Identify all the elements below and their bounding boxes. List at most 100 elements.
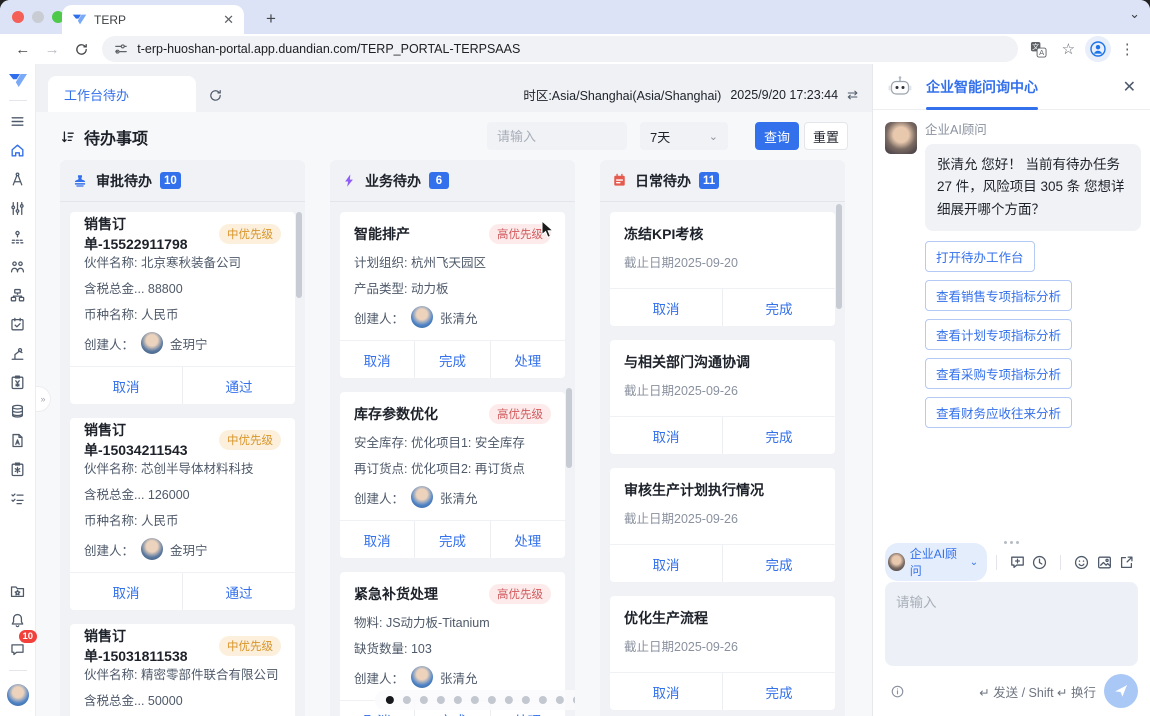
pagination-dot[interactable]: [402, 696, 410, 704]
cancel-button[interactable]: 取消: [610, 289, 722, 326]
reset-button[interactable]: 重置: [804, 122, 848, 150]
info-icon[interactable]: [885, 679, 909, 703]
sidebar-item-dispatch[interactable]: [5, 224, 31, 250]
cancel-button[interactable]: 取消: [610, 673, 722, 710]
sidebar-item-home[interactable]: [5, 137, 31, 163]
refresh-icon[interactable]: [208, 88, 223, 103]
browser-menu-icon[interactable]: ⋮: [1115, 36, 1140, 62]
complete-button[interactable]: 完成: [722, 289, 835, 326]
window-close-button[interactable]: [12, 11, 24, 23]
cancel-button[interactable]: 取消: [340, 341, 414, 378]
sidebar-item-org-chart[interactable]: [5, 282, 31, 308]
range-select[interactable]: 7天 ⌄: [640, 122, 728, 150]
window-minimize-button[interactable]: [32, 11, 44, 23]
pagination-dot[interactable]: [436, 696, 444, 704]
pagination-dots[interactable]: [374, 690, 575, 710]
site-info-icon[interactable]: [114, 42, 128, 56]
profile-button[interactable]: [1085, 36, 1110, 62]
cancel-button[interactable]: 取消: [610, 417, 722, 454]
sidebar-item-favorites-folder[interactable]: [5, 578, 31, 604]
forward-button[interactable]: →: [39, 36, 64, 62]
sidebar-item-robot-arm[interactable]: [5, 340, 31, 366]
back-button[interactable]: ←: [10, 36, 35, 62]
pagination-dot[interactable]: [521, 696, 529, 704]
browser-tab[interactable]: TERP ✕: [62, 5, 244, 34]
todo-card[interactable]: 销售订单-15034211543 中优先级 伙伴名称: 芯创半导体材料科技 含税…: [70, 418, 295, 610]
close-tab-icon[interactable]: ✕: [223, 13, 234, 26]
sidebar-item-clipboard-yen[interactable]: [5, 369, 31, 395]
view-planning-metrics-button[interactable]: 查看计划专项指标分析: [925, 319, 1072, 350]
approve-button[interactable]: 通过: [182, 573, 295, 610]
expand-icon[interactable]: [1115, 550, 1138, 574]
tab-search-chevron-icon[interactable]: ⌄: [1129, 6, 1140, 22]
sidebar-item-calendar[interactable]: [5, 311, 31, 337]
history-icon[interactable]: [1029, 550, 1052, 574]
pagination-dot[interactable]: [538, 696, 546, 704]
new-tab-button[interactable]: +: [258, 6, 284, 32]
sidebar-expand-handle[interactable]: »: [36, 386, 51, 412]
translate-icon[interactable]: 文A: [1026, 36, 1051, 62]
sidebar-item-coins[interactable]: [5, 398, 31, 424]
new-chat-icon[interactable]: [1006, 550, 1029, 574]
tab-workbench-todo[interactable]: 工作台待办: [48, 76, 196, 112]
todo-card[interactable]: 智能排产 高优先级 计划组织: 杭州飞天园区 产品类型: 动力板 创建人：张清允…: [340, 212, 565, 378]
chat-input[interactable]: [885, 582, 1138, 666]
pagination-dot[interactable]: [487, 696, 495, 704]
pagination-dot[interactable]: [453, 696, 461, 704]
emoji-icon[interactable]: [1070, 550, 1093, 574]
close-icon[interactable]: ✕: [1123, 77, 1136, 97]
todo-card[interactable]: 销售订单-15522911798 中优先级 伙伴名称: 北京寒秋装备公司 含税总…: [70, 212, 295, 404]
todo-card[interactable]: 与相关部门沟通协调 截止日期2025-09-26 取消 完成: [610, 340, 835, 454]
reload-button[interactable]: [69, 36, 94, 62]
complete-button[interactable]: 完成: [722, 545, 835, 582]
complete-button[interactable]: 完成: [414, 341, 489, 378]
cancel-button[interactable]: 取消: [70, 573, 182, 610]
scrollbar-thumb[interactable]: [836, 204, 842, 309]
sidebar-item-settings-sliders[interactable]: [5, 195, 31, 221]
scrollbar-thumb[interactable]: [566, 388, 572, 468]
pagination-dot[interactable]: [385, 696, 393, 704]
pagination-dot[interactable]: [504, 696, 512, 704]
todo-card[interactable]: 优化生产流程 截止日期2025-09-26 取消 完成: [610, 596, 835, 710]
scrollbar-thumb[interactable]: [296, 212, 302, 298]
complete-button[interactable]: 完成: [414, 521, 489, 558]
todo-card[interactable]: 库存参数优化 高优先级 安全库存: 优化项目1: 安全库存 再订货点: 优化项目…: [340, 392, 565, 558]
pagination-dot[interactable]: [572, 696, 575, 704]
pagination-dot[interactable]: [555, 696, 563, 704]
todo-card[interactable]: 销售订单-15031811538 中优先级 伙伴名称: 精密零部件联合有限公司 …: [70, 624, 295, 716]
sidebar-item-drafting[interactable]: [5, 166, 31, 192]
view-sales-metrics-button[interactable]: 查看销售专项指标分析: [925, 280, 1072, 311]
address-bar[interactable]: t-erp-huoshan-portal.app.duandian.com/TE…: [102, 36, 1018, 62]
agent-selector[interactable]: 企业AI顾问 ⌄: [885, 543, 987, 581]
sidebar-item-people[interactable]: [5, 253, 31, 279]
pagination-dot[interactable]: [419, 696, 427, 704]
pagination-dot[interactable]: [470, 696, 478, 704]
bookmark-star-icon[interactable]: ☆: [1056, 36, 1081, 62]
search-input[interactable]: [487, 122, 627, 150]
open-todo-workbench-button[interactable]: 打开待办工作台: [925, 241, 1035, 272]
todo-card[interactable]: 冻结KPI考核 截止日期2025-09-20 取消 完成: [610, 212, 835, 326]
view-procurement-metrics-button[interactable]: 查看采购专项指标分析: [925, 358, 1072, 389]
send-button[interactable]: [1104, 674, 1138, 708]
approve-button[interactable]: 通过: [182, 367, 295, 404]
image-icon[interactable]: [1093, 550, 1116, 574]
todo-card[interactable]: 审核生产计划执行情况 截止日期2025-09-26 取消 完成: [610, 468, 835, 582]
process-button[interactable]: 处理: [490, 521, 565, 558]
cancel-button[interactable]: 取消: [610, 545, 722, 582]
sidebar-item-checklist[interactable]: [5, 485, 31, 511]
timezone-swap-icon[interactable]: ⇄: [847, 87, 858, 103]
cancel-button[interactable]: 取消: [70, 367, 182, 404]
card-field: 含税总金... 88800: [84, 276, 281, 302]
query-button[interactable]: 查询: [755, 122, 799, 150]
user-avatar[interactable]: [7, 684, 29, 706]
process-button[interactable]: 处理: [490, 341, 565, 378]
cancel-button[interactable]: 取消: [340, 521, 414, 558]
view-finance-receivables-button[interactable]: 查看财务应收往来分析: [925, 397, 1072, 428]
calendar-icon: [612, 173, 627, 188]
sidebar-item-document-a[interactable]: [5, 427, 31, 453]
complete-button[interactable]: 完成: [722, 673, 835, 710]
menu-icon[interactable]: [5, 108, 31, 134]
complete-button[interactable]: 完成: [722, 417, 835, 454]
messages-icon[interactable]: 10: [5, 636, 31, 662]
sidebar-item-clipboard-snowflake[interactable]: [5, 456, 31, 482]
